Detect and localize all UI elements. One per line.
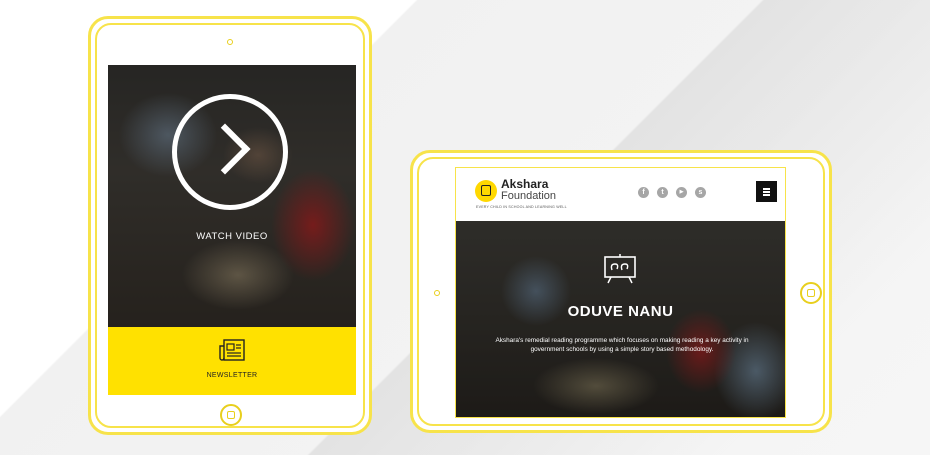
akshara-logo-icon[interactable] — [475, 180, 497, 202]
home-button — [220, 404, 242, 426]
newspaper-icon — [219, 339, 245, 361]
facebook-icon[interactable]: f — [638, 187, 649, 198]
tablet-portrait: WATCH VIDEO NEWSLETTER — [88, 16, 372, 435]
twitter-icon[interactable]: t — [657, 187, 668, 198]
newsletter-panel[interactable]: NEWSLETTER — [108, 327, 356, 395]
logo-title[interactable]: Akshara — [501, 178, 548, 190]
newsletter-label[interactable]: NEWSLETTER — [108, 372, 356, 379]
logo-subtitle[interactable]: Foundation — [501, 190, 556, 202]
landscape-screen: Akshara Foundation EVERY CHILD IN SCHOOL… — [455, 167, 786, 418]
chevron-right-icon — [199, 123, 251, 175]
menu-line — [763, 194, 770, 196]
camera-icon — [227, 39, 233, 45]
storyboard-icon — [604, 254, 636, 284]
video-thumbnail[interactable]: WATCH VIDEO — [108, 65, 356, 327]
logo-tagline: EVERY CHILD IN SCHOOL AND LEARNING WELL — [476, 205, 567, 209]
menu-line — [763, 188, 770, 190]
menu-line — [763, 191, 770, 193]
play-video-button[interactable] — [172, 94, 288, 210]
hamburger-menu-button[interactable] — [756, 181, 777, 202]
portrait-screen: WATCH VIDEO NEWSLETTER — [108, 65, 356, 395]
youtube-icon[interactable]: ▶ — [676, 187, 687, 198]
home-button — [800, 282, 822, 304]
site-header: Akshara Foundation EVERY CHILD IN SCHOOL… — [456, 168, 785, 221]
hero-banner: ODUVE NANU Akshara's remedial reading pr… — [456, 221, 785, 417]
image-overlay — [456, 221, 785, 417]
tablet-landscape: Akshara Foundation EVERY CHILD IN SCHOOL… — [410, 150, 832, 433]
hero-description: Akshara's remedial reading programme whi… — [495, 337, 749, 353]
hero-title: ODUVE NANU — [567, 303, 674, 320]
watch-video-label[interactable]: WATCH VIDEO — [108, 231, 356, 242]
image-overlay — [108, 65, 356, 327]
camera-icon — [434, 290, 440, 296]
skype-icon[interactable]: s — [695, 187, 706, 198]
